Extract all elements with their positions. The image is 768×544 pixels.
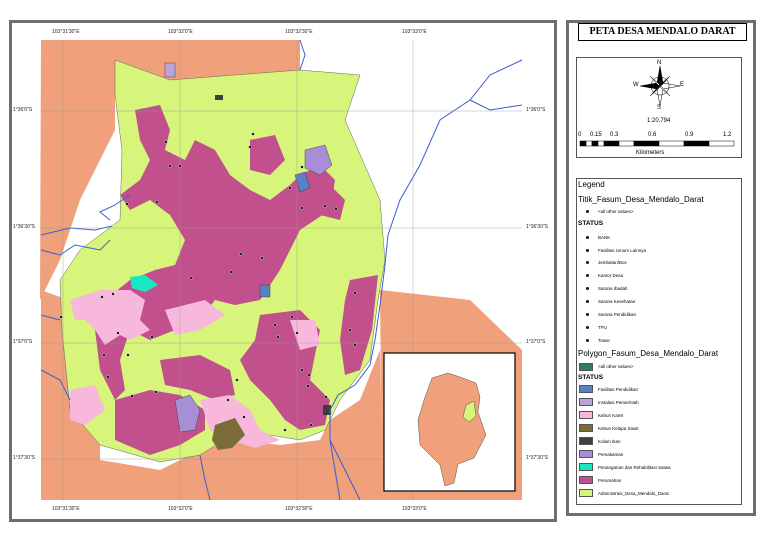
legend-point-item: TPU: [598, 325, 607, 330]
legend-points-other: <all other values>: [598, 209, 634, 214]
coord-left-4: 1°37'30"S: [13, 455, 35, 461]
legend-poly-other: <all other values>: [598, 364, 634, 369]
coord-bottom-4: 103°33'0"E: [402, 506, 427, 512]
legend-poly-item: Kebun Kelapa Sawit: [598, 426, 639, 431]
legend-point-marker: [586, 274, 589, 277]
coord-left-3: 1°37'0"S: [13, 339, 33, 345]
legend-poly-swatch: [579, 476, 593, 484]
scale-tick-1: 0.15: [590, 132, 602, 138]
map-title: PETA DESA MENDALO DARAT: [578, 23, 747, 41]
legend-poly-item: Pemakaman: [598, 452, 624, 457]
legend-poly-status: STATUS: [578, 374, 604, 381]
legend-poly-swatch: [579, 450, 593, 458]
legend-poly-item: Instalasi Pemerintah: [598, 400, 639, 405]
legend-poly-swatch: [579, 437, 593, 445]
coord-top-2: 103°32'0"E: [168, 29, 193, 35]
legend-point-item: Sarana Kesehatan: [598, 299, 636, 304]
legend-poly-item: Fasilitas Pendidikan: [598, 387, 639, 392]
legend-point-marker: [586, 287, 589, 290]
pendidikan-patch-2: [259, 284, 271, 298]
legend-poly-swatch: [579, 411, 593, 419]
legend-poly-item: Administrasi_Desa_Mendalo_Darat: [598, 491, 669, 496]
legend-point-marker: [586, 339, 589, 342]
compass-w-label: W: [633, 82, 639, 88]
legend-point-item: Fasilitas Umum Lainnya: [598, 248, 647, 253]
legend-poly-swatch: [579, 424, 593, 432]
coord-top-4: 103°33'0"E: [402, 29, 427, 35]
legend-poly-item: Penanganan dan Rehabilitasi Satwa: [598, 465, 671, 470]
coord-left-2: 1°36'30"S: [13, 224, 35, 230]
scale-tick-4: 0.9: [685, 132, 694, 138]
legend-heading: Legend: [578, 180, 605, 189]
legend-points-layer: Titik_Fasum_Desa_Mendalo_Darat: [578, 195, 704, 204]
legend-points-status: STATUS: [578, 220, 604, 227]
legend-point-item: Sarana Pendidikan: [598, 312, 637, 317]
instalasi-pemerintah-patch: [164, 62, 176, 78]
coord-right-2: 1°36'30"S: [526, 224, 548, 230]
legend-point-marker: [586, 210, 589, 213]
legend-poly-layer: Polygon_Fasum_Desa_Mendalo_Darat: [578, 349, 719, 358]
legend-point-marker: [586, 249, 589, 252]
coord-right-1: 1°36'0"S: [526, 107, 546, 113]
legend-poly-item: Kebun Karet: [598, 413, 624, 418]
legend-poly-item: Perumahan: [598, 478, 622, 483]
legend-point-marker: [586, 326, 589, 329]
legend-poly-other-swatch: [579, 363, 593, 371]
legend-poly-item: Kolam Ikan: [598, 439, 621, 444]
legend-point-marker: [586, 313, 589, 316]
coord-left-1: 1°36'0"S: [13, 107, 33, 113]
compass-n-label: N: [657, 60, 662, 66]
kolam-ikan-patch: [215, 95, 223, 100]
coord-bottom-2: 103°32'0"E: [168, 506, 193, 512]
legend-poly-swatch: [579, 489, 593, 497]
legend-point-marker: [586, 300, 589, 303]
coord-top-3: 103°32'30"E: [285, 29, 313, 35]
legend-poly-swatch: [579, 385, 593, 393]
legend-poly-swatch: [579, 398, 593, 406]
legend-point-marker: [586, 236, 589, 239]
coord-top-1: 103°31'30"E: [52, 29, 80, 35]
coord-right-3: 1°37'0"S: [526, 339, 546, 345]
legend-point-item: Sarana Ibadah: [598, 286, 628, 291]
legend-poly-swatch: [579, 463, 593, 471]
compass-s-label: S: [657, 105, 662, 111]
scale-tick-0: 0: [578, 132, 582, 138]
legend-point-item: Kantor Desa: [598, 273, 624, 278]
legend-point-item: Tower: [598, 338, 611, 343]
legend-point-item: Jembatan/Box: [598, 260, 627, 265]
scale-ratio: 1:20.794: [647, 118, 671, 124]
scale-tick-2: 0.3: [610, 132, 619, 138]
coord-bottom-1: 103°31'30"E: [52, 506, 80, 512]
scale-units: Kilometers: [636, 150, 665, 156]
scale-tick-5: 1.2: [723, 132, 732, 138]
coord-right-4: 1°37'30"S: [526, 455, 548, 461]
legend-point-item: BANK: [598, 235, 611, 240]
scale-tick-3: 0.6: [648, 132, 657, 138]
coord-bottom-3: 103°32'30"E: [285, 506, 313, 512]
compass-e-label: E: [680, 82, 685, 88]
legend-point-marker: [586, 261, 589, 264]
